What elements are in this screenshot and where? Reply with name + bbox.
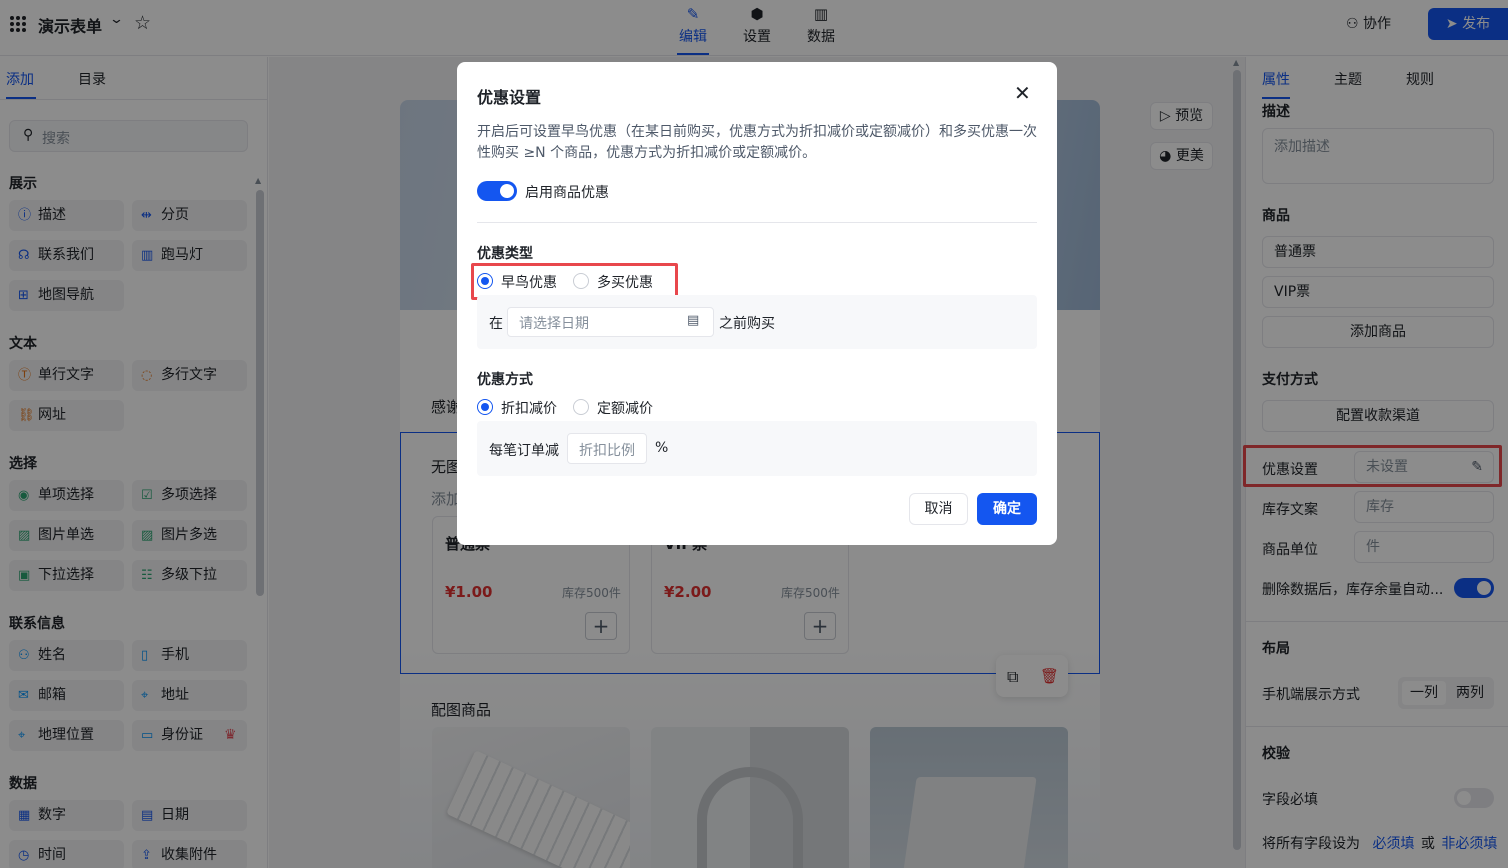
percent-sign: % [655, 440, 669, 456]
calendar-icon[interactable]: ▤ [687, 313, 699, 328]
dialog-title: 优惠设置 [477, 88, 542, 107]
radio-fixed-off[interactable] [573, 399, 589, 415]
per-order-label: 每笔订单减 [489, 443, 559, 459]
discount-type-label: 优惠类型 [477, 246, 533, 262]
discount-method-label: 优惠方式 [477, 372, 533, 388]
date-placeholder: 请选择日期 [519, 316, 589, 332]
cancel-button[interactable]: 取消 [909, 493, 968, 525]
radio-percentage-off[interactable] [477, 399, 493, 415]
enable-discount-toggle[interactable] [477, 181, 517, 201]
dialog-description: 开启后可设置早鸟优惠（在某日前购买，优惠方式为折扣减价或定额减价）和多买优惠一次… [477, 124, 1037, 161]
enable-discount-label: 启用商品优惠 [525, 185, 609, 201]
confirm-button[interactable]: 确定 [977, 493, 1037, 525]
close-icon[interactable]: ✕ [1014, 82, 1031, 104]
divider [477, 222, 1037, 223]
date-suffix: 之前购买 [719, 316, 775, 332]
date-prefix: 在 [489, 316, 503, 332]
discount-amount-row [477, 421, 1037, 476]
radio-fixed-off-label[interactable]: 定额减价 [597, 398, 653, 418]
radio-percentage-off-label[interactable]: 折扣减价 [501, 398, 557, 418]
ratio-placeholder: 折扣比例 [579, 443, 635, 459]
